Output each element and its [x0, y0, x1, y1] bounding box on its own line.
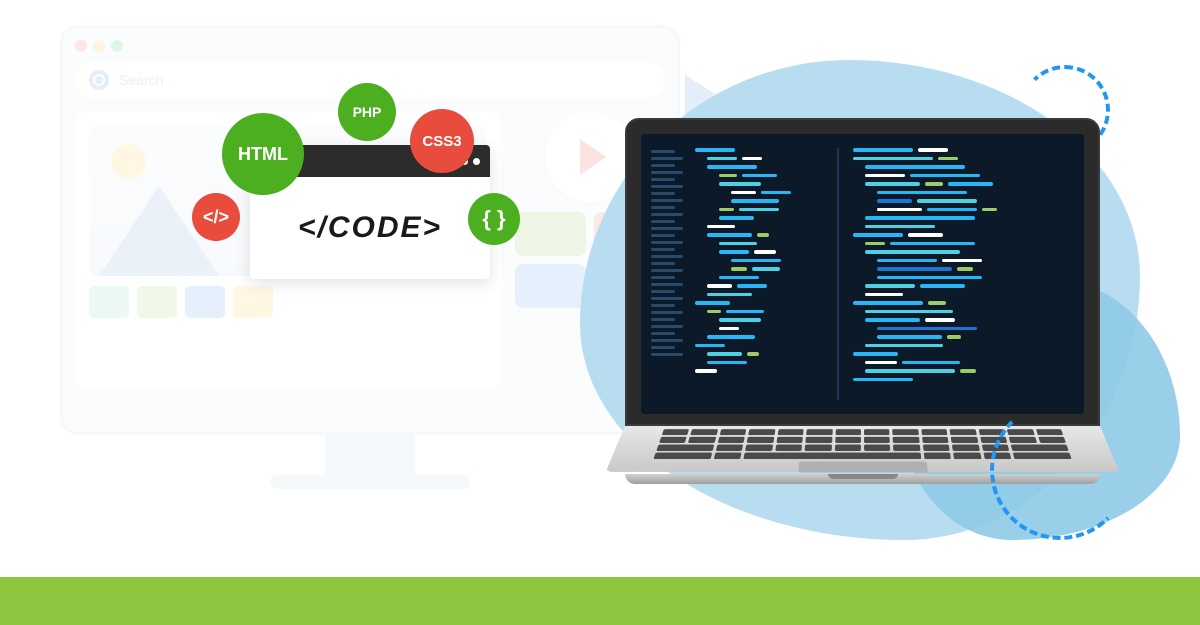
traffic-light-green-icon [111, 40, 123, 52]
code-tag-badge: </> [192, 193, 240, 241]
braces-badge: { } [468, 193, 520, 245]
dashed-arc-bottom [990, 400, 1130, 540]
braces-badge-label: { } [482, 206, 505, 232]
code-pane-right [839, 148, 1074, 400]
thumbnail [185, 286, 225, 318]
app-tile [515, 264, 586, 308]
code-pane-left [691, 148, 839, 400]
laptop-trackpad [798, 461, 928, 472]
footer-green-bar [0, 577, 1200, 625]
thumbnail [233, 286, 273, 318]
thumbnail [89, 286, 129, 318]
css3-badge-label: CSS3 [422, 133, 461, 150]
thumbnail-row [89, 286, 487, 318]
laptop-screen-bezel [625, 118, 1100, 426]
code-window-body: </CODE> [250, 177, 490, 279]
php-badge: PHP [338, 83, 396, 141]
code-editor-screen [641, 134, 1084, 414]
code-tag-badge-label: </> [203, 207, 229, 228]
php-badge-label: PHP [353, 104, 382, 120]
traffic-light-red-icon [75, 40, 87, 52]
thumbnail [137, 286, 177, 318]
html-badge-label: HTML [238, 144, 288, 165]
traffic-light-yellow-icon [93, 40, 105, 52]
html-badge: HTML [222, 113, 304, 195]
search-icon [89, 70, 109, 90]
monitor-base [270, 475, 470, 489]
app-tile [515, 212, 586, 256]
line-number-gutter [651, 148, 691, 400]
play-triangle-icon [580, 139, 606, 175]
sun-icon [111, 144, 146, 179]
code-window-group: PHP HTML CSS3 </> { } </CODE> [250, 145, 490, 279]
window-dot-icon [473, 158, 480, 165]
window-traffic-lights [75, 40, 665, 52]
monitor-stand [325, 435, 415, 475]
css3-badge: CSS3 [410, 109, 474, 173]
search-placeholder: Search [119, 72, 163, 88]
